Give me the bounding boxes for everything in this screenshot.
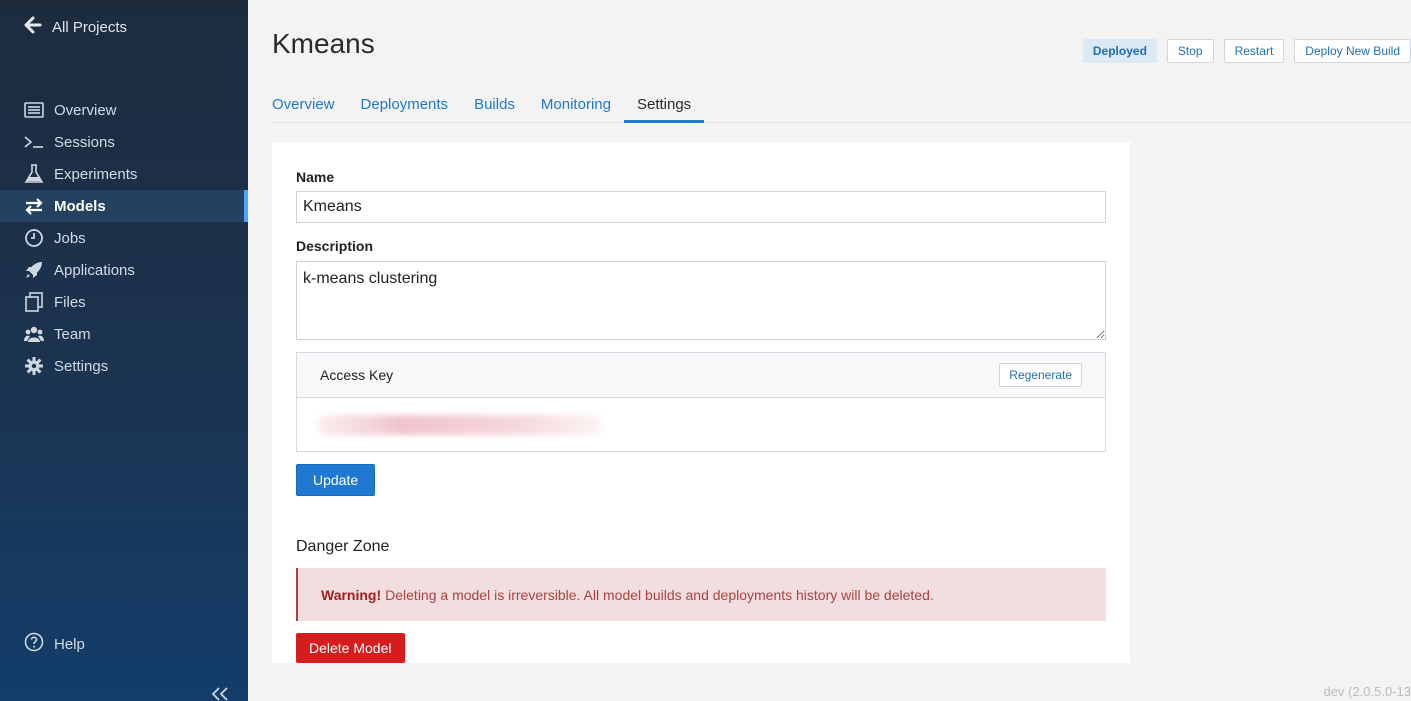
name-input[interactable] [296,191,1106,223]
version-label: dev (2.0.5.0-13 [1323,684,1411,699]
description-label: Description [296,238,374,254]
overview-icon [24,100,44,120]
access-key-header: Access Key Regenerate [297,353,1105,398]
redacted-access-key [317,415,603,435]
sidebar-item-label: Jobs [54,229,86,247]
sidebar-item-settings[interactable]: Settings [0,350,248,382]
question-circle-icon [24,632,44,656]
delete-warning-alert: Warning! Deleting a model is irreversibl… [296,568,1106,621]
all-projects-label: All Projects [52,18,128,36]
settings-card: Name Description k-means clustering Acce… [272,142,1130,663]
restart-button[interactable]: Restart [1223,39,1285,63]
help-label: Help [54,635,85,653]
flask-icon [24,164,44,184]
deploy-new-build-button[interactable]: Deploy New Build [1294,39,1411,63]
help-link[interactable]: Help [24,632,85,656]
access-key-panel: Access Key Regenerate [296,352,1106,452]
sidebar: All Projects Overview Sessions Experimen… [0,0,248,701]
sidebar-item-label: Models [54,197,106,215]
sidebar-item-applications[interactable]: Applications [0,254,248,286]
tab-builds[interactable]: Builds [461,86,528,122]
clock-icon [24,228,44,248]
sidebar-item-label: Applications [54,261,135,279]
arrows-exchange-icon [24,196,44,216]
description-textarea[interactable]: k-means clustering [296,261,1106,340]
sidebar-item-label: Experiments [54,165,138,183]
arrow-left-icon [24,16,42,38]
regenerate-button[interactable]: Regenerate [999,363,1082,387]
tab-deployments[interactable]: Deployments [348,86,462,122]
access-key-title: Access Key [320,367,394,383]
page-title: Kmeans [272,28,375,59]
tab-monitoring[interactable]: Monitoring [528,86,624,122]
stop-button[interactable]: Stop [1166,39,1214,63]
sidebar-nav: Overview Sessions Experiments Models Job… [0,94,248,382]
sidebar-item-experiments[interactable]: Experiments [0,158,248,190]
delete-model-button[interactable]: Delete Model [296,633,405,663]
sidebar-item-label: Team [54,325,91,343]
sidebar-item-overview[interactable]: Overview [0,94,248,126]
header-actions: Deployed Stop Restart Deploy New Build [1082,39,1411,63]
sidebar-item-label: Files [54,293,86,311]
rocket-icon [24,260,44,280]
sidebar-item-label: Overview [54,101,117,119]
all-projects-link[interactable]: All Projects [24,16,127,38]
sidebar-item-team[interactable]: Team [0,318,248,350]
warning-strong: Warning! [321,586,382,603]
gear-icon [24,356,44,376]
update-button[interactable]: Update [296,464,376,496]
warning-text: Deleting a model is irreversible. All mo… [385,586,934,603]
sidebar-item-sessions[interactable]: Sessions [0,126,248,158]
sidebar-item-models[interactable]: Models [0,190,248,222]
files-icon [24,292,44,312]
tab-bar: Overview Deployments Builds Monitoring S… [272,86,1411,123]
tab-overview[interactable]: Overview [272,86,348,122]
sidebar-item-files[interactable]: Files [0,286,248,318]
team-icon [24,324,44,344]
sidebar-item-label: Settings [54,357,109,375]
status-badge: Deployed [1082,39,1157,63]
terminal-icon [24,132,44,152]
collapse-sidebar-icon[interactable] [208,684,232,701]
tab-settings[interactable]: Settings [623,86,705,123]
sidebar-item-label: Sessions [54,133,115,151]
danger-zone-title: Danger Zone [296,538,390,555]
name-label: Name [296,169,335,185]
sidebar-item-jobs[interactable]: Jobs [0,222,248,254]
